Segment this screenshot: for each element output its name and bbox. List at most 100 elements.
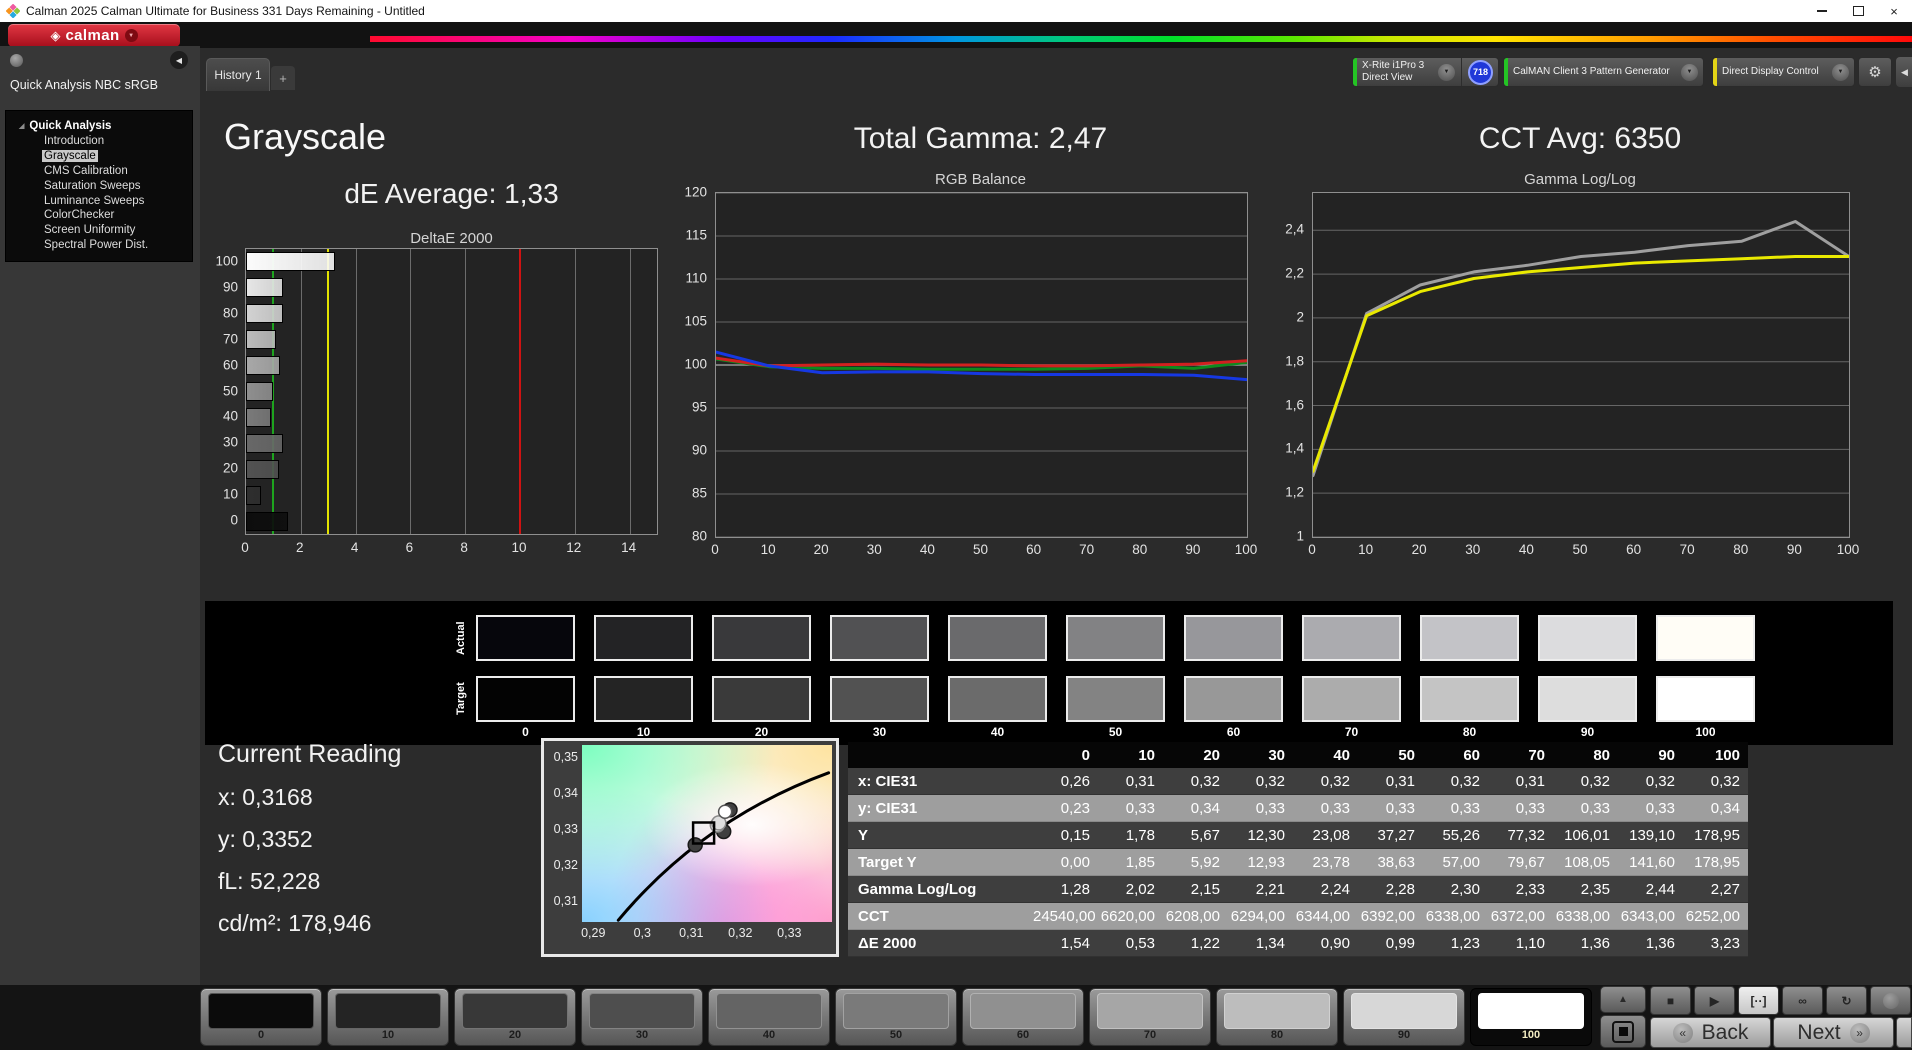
close-button[interactable]: × [1876, 0, 1912, 22]
source-dropdown-icon[interactable]: ▼ [1681, 64, 1698, 81]
axis-tick-label: 85 [692, 486, 707, 501]
pattern-patch-70[interactable]: 70 [1089, 988, 1211, 1046]
display-device-button[interactable]: Direct Display Control ▼ [1712, 57, 1855, 87]
pattern-patch-0[interactable]: 0 [200, 988, 322, 1046]
axis-tick-label: 40 [920, 542, 935, 557]
axis-tick-label: 30 [867, 542, 882, 557]
sidebar-item-spectral-power-dist[interactable]: Spectral Power Dist. [6, 238, 192, 253]
swatch-column-label: 30 [830, 725, 929, 739]
sidebar-item-introduction[interactable]: Introduction [6, 134, 192, 149]
table-cell: 2,24 [1293, 881, 1358, 898]
patch-label: 40 [709, 1029, 829, 1041]
deltae-tick-label: 50 [223, 383, 238, 398]
pattern-patch-60[interactable]: 60 [962, 988, 1084, 1046]
pattern-patch-30[interactable]: 30 [581, 988, 703, 1046]
table-cell: 6252,00 [1683, 908, 1748, 925]
patch-swatch [716, 993, 822, 1029]
sidebar-item-label: Spectral Power Dist. [42, 239, 150, 251]
swatch-column-label: 0 [476, 725, 575, 739]
cut-off-button[interactable] [1896, 1017, 1912, 1048]
swatch-column-label: 50 [1066, 725, 1165, 739]
next-button[interactable]: Next » [1773, 1017, 1894, 1048]
table-cell: 2,27 [1683, 881, 1748, 898]
cie-chromaticity-diagram: 0,350,340,330,320,31 0,290,30,310,320,33 [541, 738, 839, 957]
deltae-tick-label: 60 [223, 357, 238, 372]
axis-tick-label: 1,6 [1285, 397, 1304, 412]
table-row-gamma-log-log: Gamma Log/Log1,282,022,152,212,242,282,3… [848, 876, 1748, 903]
table-cell: 178,95 [1683, 827, 1748, 844]
table-cell: 0,33 [1358, 800, 1423, 817]
meter-dropdown-icon[interactable]: ▼ [1438, 64, 1455, 81]
pattern-patch-50[interactable]: 50 [835, 988, 957, 1046]
gridline [575, 249, 576, 534]
gamma-chart-title: Gamma Log/Log [1312, 171, 1848, 188]
source-device-button[interactable]: CalMAN Client 3 Pattern Generator ▼ [1503, 57, 1704, 87]
table-cell: 0,32 [1293, 773, 1358, 790]
sidebar-item-cms-calibration[interactable]: CMS Calibration [6, 164, 192, 179]
sidebar-item-luminance-sweeps[interactable]: Luminance Sweeps [6, 193, 192, 208]
loop-button[interactable]: ↻ [1826, 986, 1867, 1015]
deltae-tick-label: 40 [223, 409, 238, 424]
rgb-balance-chart [715, 192, 1248, 538]
add-tab-button[interactable]: + [271, 66, 295, 90]
sidebar-item-label: Saturation Sweeps [42, 180, 143, 192]
sidebar-item-grayscale[interactable]: Grayscale [6, 149, 192, 164]
pattern-patch-90[interactable]: 90 [1343, 988, 1465, 1046]
settings-button[interactable]: ⚙ [1858, 57, 1892, 87]
meter-profile-badge[interactable]: 718 [1468, 60, 1493, 85]
actual-swatch-row [476, 615, 1755, 661]
table-cell: 0,33 [1488, 800, 1553, 817]
actual-swatch-0 [476, 615, 575, 661]
play-button[interactable]: ▶ [1694, 986, 1735, 1015]
maximize-button[interactable] [1840, 0, 1876, 22]
sidebar-collapse-button[interactable]: ◀ [170, 51, 188, 69]
pattern-patch-10[interactable]: 10 [327, 988, 449, 1046]
pattern-patch-40[interactable]: 40 [708, 988, 830, 1046]
sidebar-item-label: Introduction [42, 135, 106, 147]
pattern-patch-80[interactable]: 80 [1216, 988, 1338, 1046]
deltae-tick-label: 10 [223, 487, 238, 502]
sidebar-item-screen-uniformity[interactable]: Screen Uniformity [6, 223, 192, 238]
stop-window-icon [1612, 1021, 1634, 1043]
minimize-button[interactable] [1804, 0, 1840, 22]
display-device-label: Direct Display Control [1717, 66, 1832, 78]
pattern-window-stop-button[interactable] [1600, 1015, 1646, 1048]
table-cell: 2,33 [1488, 881, 1553, 898]
table-row-target-y: Target Y0,001,855,9212,9323,7838,6357,00… [848, 849, 1748, 876]
rgb-x-axis-labels: 0102030405060708090100 [715, 542, 1246, 562]
table-cell: 79,67 [1488, 854, 1553, 871]
table-cell: 0,33 [1553, 800, 1618, 817]
back-button[interactable]: « Back [1650, 1017, 1771, 1048]
pattern-patch-100[interactable]: 100 [1470, 988, 1592, 1046]
display-dropdown-icon[interactable]: ▼ [1832, 64, 1849, 81]
table-cell: 0,26 [1033, 773, 1098, 790]
stop-button[interactable]: ■ [1650, 986, 1691, 1015]
table-row-label: ΔE 2000 [848, 935, 1033, 952]
pattern-window-icon: [··] [1751, 994, 1767, 1008]
cie-tick-label: 0,31 [554, 894, 578, 908]
tree-root-quick-analysis[interactable]: ◢ Quick Analysis [6, 118, 192, 134]
pattern-patch-20[interactable]: 20 [454, 988, 576, 1046]
titlebar: Calman 2025 Calman Ultimate for Business… [0, 0, 1912, 22]
table-cell: 12,30 [1228, 827, 1293, 844]
pattern-window-button[interactable]: [··] [1738, 986, 1779, 1015]
panel-collapse-button[interactable]: ◀ [1896, 57, 1912, 87]
table-cell: 6294,00 [1228, 908, 1293, 925]
reading-y-value: y: 0,3352 [218, 826, 313, 853]
sidebar-item-colorchecker[interactable]: ColorChecker [6, 208, 192, 223]
continuous-button[interactable]: ∞ [1782, 986, 1823, 1015]
header-bar: ◈ calman ▼ [0, 22, 1912, 48]
tab-history-1[interactable]: History 1 [206, 58, 270, 91]
meter-device-button[interactable]: X-Rite i1Pro 3 Direct View ▼ 718 [1352, 57, 1499, 87]
table-cell: 37,27 [1358, 827, 1423, 844]
axis-tick-label: 1,8 [1285, 353, 1304, 368]
cie-x-axis-labels: 0,290,30,310,320,33 [582, 926, 832, 946]
patch-label: 10 [328, 1029, 448, 1041]
sidebar-item-saturation-sweeps[interactable]: Saturation Sweeps [6, 178, 192, 193]
pattern-panel-up-button[interactable]: ▲ [1600, 986, 1646, 1013]
table-cell: 0,32 [1618, 773, 1683, 790]
calman-menu-button[interactable]: ◈ calman ▼ [8, 24, 180, 47]
page-title: Grayscale [224, 116, 386, 158]
axis-tick-label: 120 [684, 185, 707, 200]
record-button[interactable] [1870, 986, 1911, 1015]
